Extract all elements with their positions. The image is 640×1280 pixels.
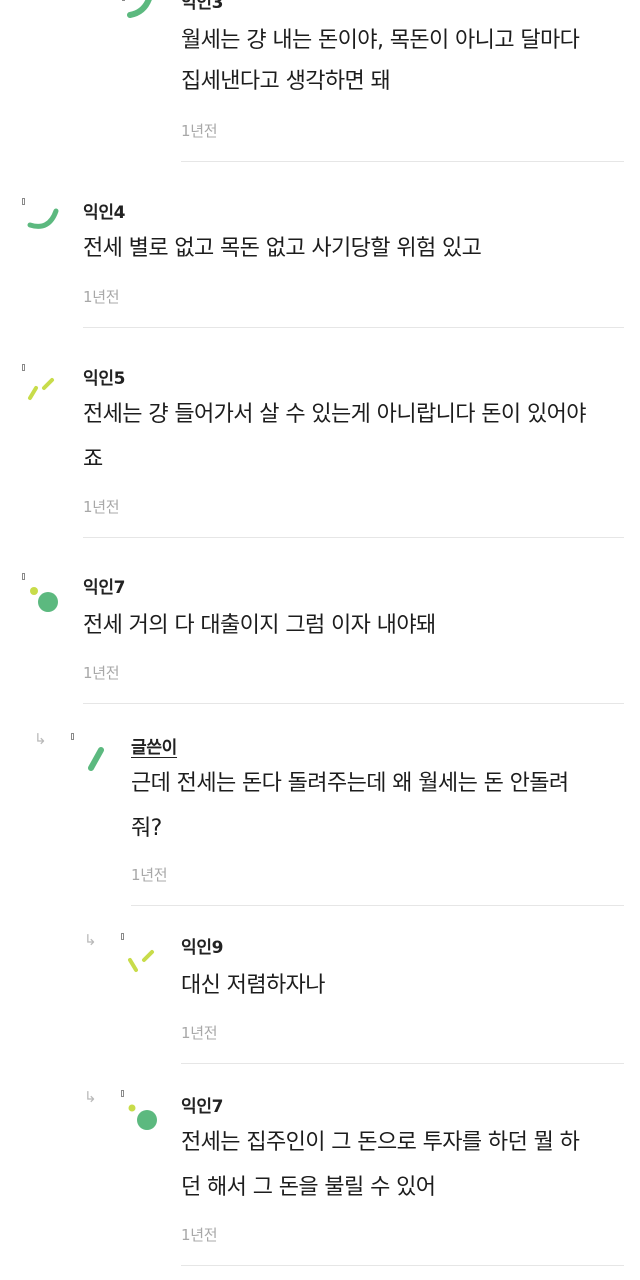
comment-body-line: 전세 거의 다 대출이지 그럼 이자 내야돼	[83, 613, 436, 638]
comment-nickname[interactable]: 익인9	[181, 933, 224, 958]
comment-time: 1년전	[181, 1226, 218, 1244]
reply-arrow-icon: ↳	[84, 1088, 97, 1106]
comment-body-line: 월세는 걍 내는 돈이야, 목돈이 아니고 달마다	[181, 28, 580, 53]
comment-body-line: 대신 저렴하자나	[181, 973, 325, 998]
comment-time: 1년전	[83, 288, 120, 306]
reply-arrow-icon: ↳	[34, 730, 47, 748]
avatar	[128, 950, 154, 972]
comment-nickname[interactable]: 익인7	[83, 573, 126, 598]
comment-time: 1년전	[181, 1024, 218, 1042]
divider	[83, 327, 624, 328]
divider	[83, 537, 624, 538]
divider	[83, 703, 624, 704]
comment-time: 1년전	[83, 664, 120, 682]
avatar	[27, 208, 59, 229]
comment-nickname[interactable]: 글쓴이	[131, 733, 177, 758]
comment-time: 1년전	[131, 866, 168, 884]
avatar	[127, 0, 152, 18]
comment-body-line: 전세 별로 없고 목돈 없고 사기당할 위험 있고	[83, 236, 482, 261]
divider	[131, 905, 624, 906]
comment-body-line: 근데 전세는 돈다 돌려주는데 왜 월세는 돈 안돌려	[131, 771, 569, 796]
comment-nickname[interactable]: 익인5	[83, 364, 126, 389]
avatar	[28, 378, 54, 400]
avatar	[30, 587, 58, 612]
comment-nickname[interactable]: 익인4	[83, 198, 126, 223]
comment-body-line: 전세는 걍 들어가서 살 수 있는게 아니랍니다 돈이 있어야	[83, 402, 586, 427]
comment-body-line: 집세낸다고 생각하면 돼	[181, 69, 391, 94]
comment-body-line: 던 해서 그 돈을 불릴 수 있어	[181, 1175, 436, 1200]
broken-image-icon	[121, 933, 124, 940]
avatar	[88, 747, 104, 771]
divider	[181, 161, 624, 162]
divider	[181, 1063, 624, 1064]
comment-body-line: 줘?	[131, 816, 162, 841]
comment-body-line: 죠	[83, 447, 103, 472]
divider	[181, 1265, 624, 1266]
comment-body-line: 전세는 집주인이 그 돈으로 투자를 하던 뭘 하	[181, 1130, 580, 1155]
broken-image-icon	[121, 1090, 124, 1097]
broken-image-icon	[22, 573, 25, 580]
comment-time: 1년전	[83, 498, 120, 516]
broken-image-icon	[71, 733, 74, 740]
comment-nickname[interactable]: 익인7	[181, 1092, 224, 1117]
comment-time: 1년전	[181, 122, 218, 140]
reply-arrow-icon: ↳	[84, 931, 97, 949]
comment-nickname[interactable]: 익인3	[181, 0, 224, 13]
avatar	[128, 1104, 157, 1130]
